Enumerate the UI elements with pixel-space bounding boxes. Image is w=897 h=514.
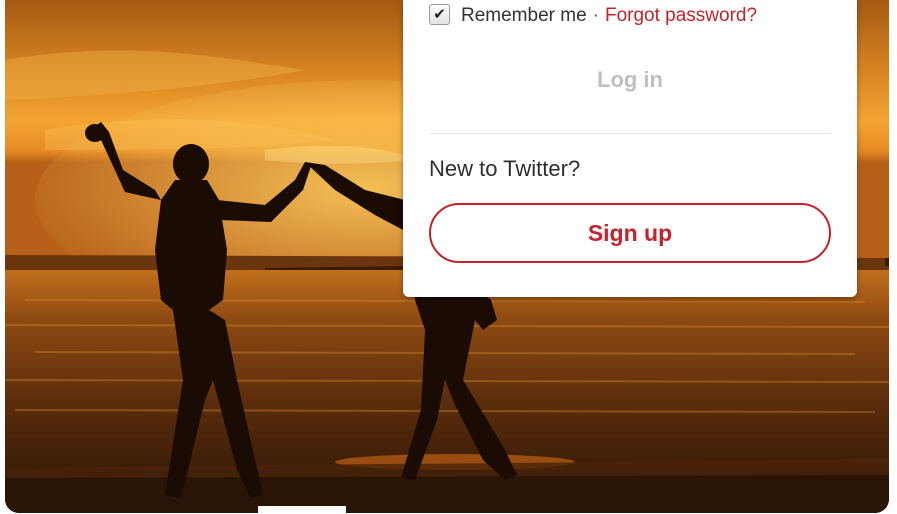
remember-me-label[interactable]: Remember me (461, 5, 587, 27)
login-card: ✔ Remember me · Forgot password? Log in … (403, 0, 857, 297)
remember-me-checkbox[interactable]: ✔ (429, 3, 450, 25)
checkmark-icon: ✔ (433, 5, 446, 23)
login-button[interactable]: Log in (429, 62, 831, 98)
page-indicator-tab (258, 506, 346, 514)
new-to-twitter-text: New to Twitter? (429, 156, 581, 181)
forgot-password-link[interactable]: Forgot password? (605, 5, 757, 27)
signup-button[interactable]: Sign up (429, 203, 831, 263)
remember-row: ✔ Remember me · Forgot password? (429, 3, 757, 28)
separator-dot: · (592, 5, 599, 26)
divider (429, 133, 831, 134)
